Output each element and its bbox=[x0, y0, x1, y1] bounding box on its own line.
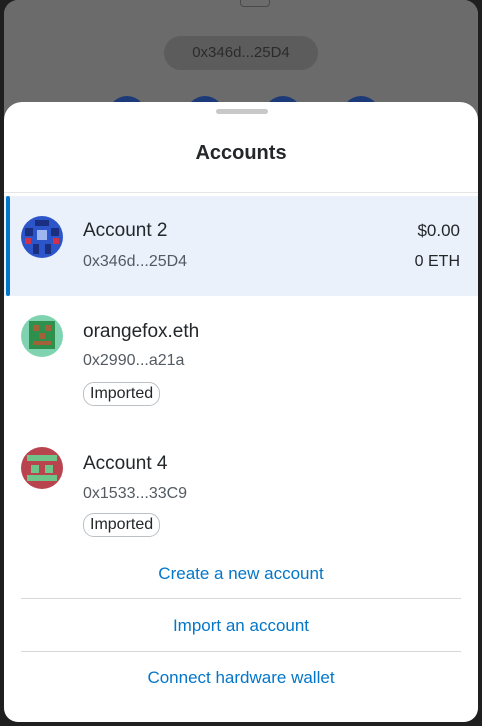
connect-hardware-wallet-link[interactable]: Connect hardware wallet bbox=[4, 668, 478, 688]
sheet-drag-handle[interactable] bbox=[216, 109, 268, 114]
account-name: Account 4 bbox=[83, 453, 168, 474]
app-frame: 0x346d...25D4 Accounts Account 2 0x346d.… bbox=[4, 0, 478, 722]
action-divider bbox=[21, 651, 461, 652]
imported-badge: Imported bbox=[83, 382, 161, 406]
background-address-pill: 0x346d...25D4 bbox=[164, 36, 318, 70]
account-balance-fiat: $0.00 bbox=[417, 221, 460, 240]
header-divider bbox=[4, 192, 478, 193]
account-name: Account 2 bbox=[83, 220, 168, 241]
account-balance-eth: 0 ETH bbox=[414, 253, 460, 270]
account-address: 0x346d...25D4 bbox=[83, 253, 188, 270]
import-account-link[interactable]: Import an account bbox=[4, 616, 478, 636]
account-row-account-2[interactable]: Account 2 0x346d...25D4 $0.00 0 ETH bbox=[4, 196, 478, 296]
account-address: 0x2990...a21a bbox=[83, 352, 185, 369]
account-avatar-icon bbox=[21, 447, 63, 489]
account-row-account-4[interactable]: Account 4 0x1533...33C9 Imported bbox=[4, 442, 478, 552]
create-account-link[interactable]: Create a new account bbox=[4, 564, 478, 584]
account-name: orangefox.eth bbox=[83, 321, 200, 342]
account-avatar-icon bbox=[21, 315, 63, 357]
imported-badge: Imported bbox=[83, 513, 161, 537]
background-tab-indicator bbox=[240, 0, 270, 7]
sheet-title: Accounts bbox=[195, 142, 287, 164]
account-row-orangefox[interactable]: orangefox.eth 0x2990...a21a Imported bbox=[4, 312, 478, 422]
account-address: 0x1533...33C9 bbox=[83, 485, 188, 502]
account-avatar-icon bbox=[21, 216, 63, 258]
action-divider bbox=[21, 598, 461, 599]
accounts-sheet: Accounts Account 2 0x346d...25D4 $0.00 0… bbox=[4, 102, 478, 722]
selected-indicator bbox=[6, 196, 10, 296]
